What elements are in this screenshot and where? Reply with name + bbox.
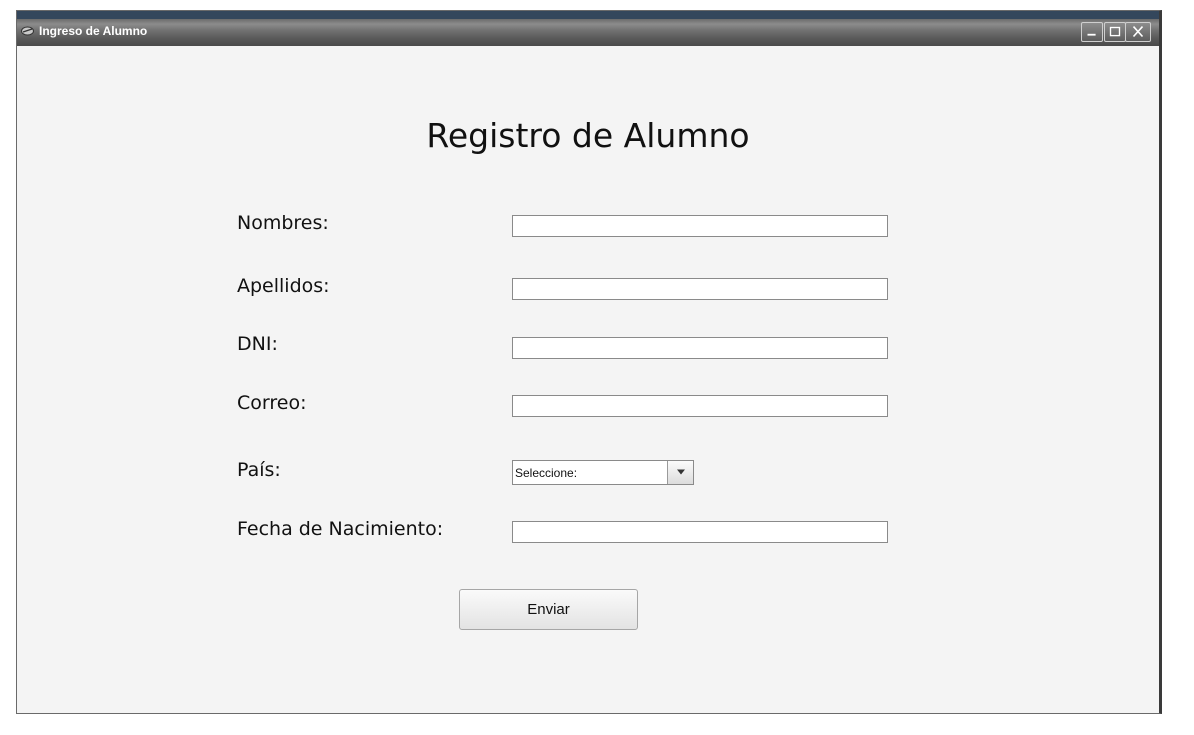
app-window: Ingreso de Alumno Registro de Alumno Nom…	[16, 10, 1162, 714]
close-button[interactable]	[1125, 22, 1151, 42]
minimize-icon	[1087, 33, 1096, 36]
pais-select[interactable]: Seleccione:	[512, 460, 694, 485]
apellidos-input[interactable]	[512, 278, 888, 300]
pais-label: País:	[237, 459, 281, 481]
correo-input[interactable]	[512, 395, 888, 417]
enviar-button[interactable]: Enviar	[459, 589, 638, 630]
nombres-input[interactable]	[512, 215, 888, 237]
close-icon	[1132, 26, 1144, 38]
fecha-nacimiento-input[interactable]	[512, 521, 888, 543]
dni-label: DNI:	[237, 333, 278, 355]
window-title: Ingreso de Alumno	[39, 24, 148, 38]
page-title: Registro de Alumno	[426, 116, 750, 155]
maximize-icon	[1109, 26, 1121, 37]
maximize-button[interactable]	[1104, 22, 1126, 42]
correo-label: Correo:	[237, 392, 307, 414]
fecha-label: Fecha de Nacimiento:	[237, 518, 444, 540]
apellidos-label: Apellidos:	[237, 275, 330, 297]
pais-dropdown-button[interactable]	[667, 461, 693, 484]
app-icon	[21, 26, 34, 36]
title-bar[interactable]: Ingreso de Alumno	[17, 11, 1159, 46]
pais-select-value: Seleccione:	[515, 466, 578, 480]
dni-input[interactable]	[512, 337, 888, 359]
minimize-button[interactable]	[1081, 22, 1103, 42]
chevron-down-icon	[677, 469, 685, 475]
nombres-label: Nombres:	[237, 212, 329, 234]
